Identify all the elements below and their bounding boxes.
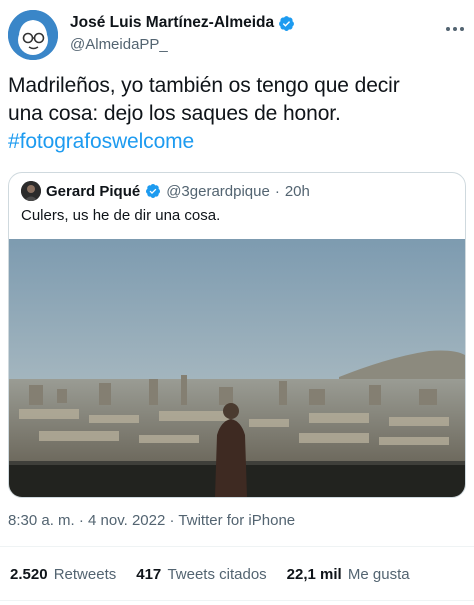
quotes-count: 417 — [136, 566, 162, 583]
quotes-label: Tweets citados — [167, 566, 267, 583]
retweets-label: Retweets — [53, 566, 117, 583]
more-options-icon[interactable] — [444, 18, 466, 40]
quoted-author-name[interactable]: Gerard Piqué — [46, 183, 140, 200]
quote-tweets-stat[interactable]: 417 Tweets citados — [136, 566, 266, 583]
likes-stat[interactable]: 22,1 mil Me gusta — [287, 566, 410, 583]
author-name[interactable]: José Luis Martínez-Almeida — [70, 14, 274, 32]
tweet-text-line-1: Madrileños, yo también os tengo que deci… — [8, 74, 400, 97]
quoted-time[interactable]: 20h — [285, 183, 310, 200]
author-block: José Luis Martínez-Almeida @AlmeidaPP_ — [70, 14, 295, 53]
meta-separator: · — [78, 512, 89, 529]
quoted-tweet-header: Gerard Piqué @3gerardpique · 20h — [21, 181, 310, 201]
quoted-media-image[interactable] — [9, 239, 465, 497]
verified-badge-icon — [279, 15, 295, 31]
quoted-tweet[interactable]: Gerard Piqué @3gerardpique · 20h Culers,… — [8, 172, 466, 498]
tweet-source[interactable]: Twitter for iPhone — [178, 512, 295, 529]
quoted-separator: · — [274, 182, 280, 200]
person-avatar-icon — [21, 181, 41, 201]
tweet-date[interactable]: 4 nov. 2022 — [88, 512, 165, 529]
author-handle[interactable]: @AlmeidaPP_ — [70, 36, 295, 53]
likes-count: 22,1 mil — [286, 566, 342, 583]
caricature-avatar-icon — [8, 10, 58, 60]
retweets-stat[interactable]: 2.520 Retweets — [10, 566, 116, 583]
retweets-count: 2.520 — [10, 566, 48, 583]
quoted-author-handle[interactable]: @3gerardpique — [166, 183, 270, 200]
engagement-stats: 2.520 Retweets 417 Tweets citados 22,1 m… — [10, 566, 410, 583]
author-avatar[interactable] — [8, 10, 58, 60]
tweet-header: José Luis Martínez-Almeida @AlmeidaPP_ — [8, 8, 466, 64]
divider — [0, 546, 474, 547]
likes-label: Me gusta — [347, 566, 410, 583]
tweet-meta: 8:30 a. m. · 4 nov. 2022 · Twitter for i… — [8, 512, 295, 529]
quoted-tweet-text: Culers, us he de dir una cosa. — [21, 207, 221, 224]
hashtag-link[interactable]: #fotografoswelcome — [8, 128, 466, 156]
divider — [0, 600, 474, 601]
quoted-author-avatar[interactable] — [21, 181, 41, 201]
tweet-text-line-2: una cosa: dejo los saques de honor. — [8, 102, 341, 125]
tweet-text: Madrileños, yo también os tengo que deci… — [8, 72, 466, 156]
verified-badge-icon — [146, 184, 161, 198]
tweet-time[interactable]: 8:30 a. m. — [8, 512, 75, 529]
